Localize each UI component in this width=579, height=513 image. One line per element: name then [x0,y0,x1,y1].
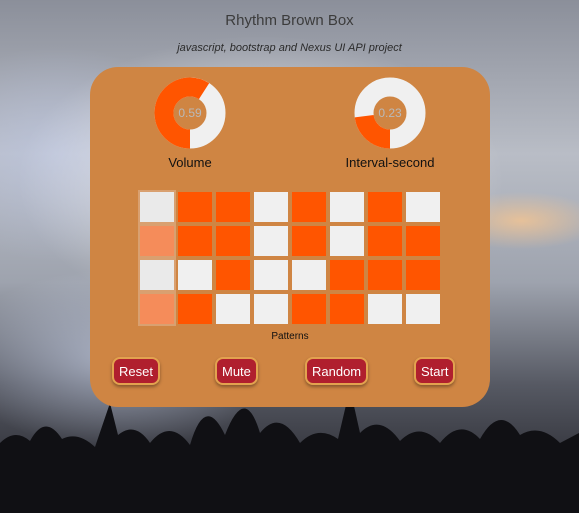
sequencer-cell[interactable] [138,258,176,292]
sequencer-cell[interactable] [216,260,250,290]
sequencer-cell[interactable] [330,260,364,290]
sequencer-cell[interactable] [178,260,212,290]
page-title: Rhythm Brown Box [225,12,354,29]
sequencer-cell[interactable] [216,192,250,222]
sequencer-cell[interactable] [216,294,250,324]
sequencer-cell[interactable] [178,294,212,324]
control-panel: 0.59 Volume 0.23 Interval-second Pattern… [90,67,490,407]
sequencer-cell[interactable] [138,190,176,224]
sequencer-cell[interactable] [254,260,288,290]
sequencer-cell[interactable] [406,294,440,324]
sequencer-cell[interactable] [254,226,288,256]
interval-dial[interactable]: 0.23 [354,77,426,149]
interval-dial-group: 0.23 Interval-second [335,77,445,170]
sequencer-cell[interactable] [368,260,402,290]
sequencer-cell[interactable] [368,294,402,324]
volume-dial[interactable]: 0.59 [154,77,226,149]
pattern-sequencer [138,190,440,326]
interval-label: Interval-second [345,155,435,170]
sequencer-cell[interactable] [292,260,326,290]
sequencer-cell[interactable] [330,226,364,256]
sequencer-cell[interactable] [138,224,176,258]
sequencer-cell[interactable] [406,260,440,290]
volume-dial-group: 0.59 Volume [135,77,245,170]
sequencer-cell[interactable] [178,192,212,222]
start-button[interactable]: Start [414,357,456,385]
sequencer-cell[interactable] [254,192,288,222]
sequencer-cell[interactable] [368,192,402,222]
interval-value: 0.23 [378,106,402,120]
sequencer-cell[interactable] [138,292,176,326]
sequencer-cell[interactable] [406,226,440,256]
sequencer-cell[interactable] [178,226,212,256]
sequencer-cell[interactable] [292,294,326,324]
sequencer-cell[interactable] [254,294,288,324]
sequencer-cell[interactable] [406,192,440,222]
sequencer-cell[interactable] [216,226,250,256]
sequencer-cell[interactable] [330,192,364,222]
sequencer-cell[interactable] [330,294,364,324]
page-subtitle: javascript, bootstrap and Nexus UI API p… [177,42,402,54]
sequencer-cell[interactable] [368,226,402,256]
mute-button[interactable]: Mute [215,357,258,385]
volume-value: 0.59 [178,106,202,120]
volume-label: Volume [168,155,212,170]
random-button[interactable]: Random [305,357,369,385]
patterns-label: Patterns [271,331,309,342]
reset-button[interactable]: Reset [112,357,160,385]
sequencer-cell[interactable] [292,226,326,256]
sequencer-cell[interactable] [292,192,326,222]
